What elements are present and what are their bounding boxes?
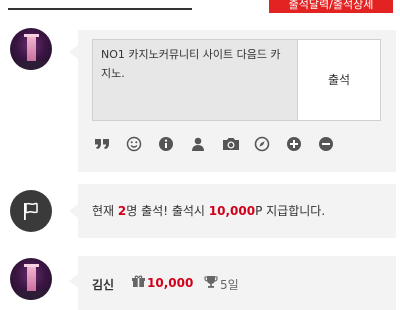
info-icon[interactable] bbox=[158, 136, 190, 154]
gift-icon bbox=[132, 275, 145, 287]
header-divider bbox=[8, 8, 192, 10]
avatar-ground bbox=[10, 61, 52, 70]
entry-points: 10,000 bbox=[147, 276, 194, 290]
bubble-pointer bbox=[69, 45, 78, 59]
notice-suffix: P 지급합니다. bbox=[255, 204, 326, 218]
entry-avatar bbox=[10, 258, 52, 300]
entry-username[interactable]: 김신 bbox=[92, 276, 114, 293]
checkin-message-input[interactable]: NO1 카지노커뮤니티 사이트 다음드 카지노. bbox=[92, 39, 298, 121]
notice-middle: 명 출석! 출석시 bbox=[126, 204, 209, 218]
attendance-notice: 현재 2명 출석! 출석시 10,000P 지급합니다. bbox=[78, 184, 396, 238]
plus-circle-icon[interactable] bbox=[286, 136, 318, 154]
bubble-pointer bbox=[69, 274, 78, 288]
flag-icon bbox=[24, 202, 38, 220]
quote-icon[interactable] bbox=[94, 136, 126, 154]
compass-icon[interactable] bbox=[254, 136, 286, 154]
user-avatar bbox=[10, 28, 52, 70]
entry-days: 5일 bbox=[220, 278, 239, 292]
notice-prefix: 현재 bbox=[92, 204, 118, 218]
attendance-calendar-tab[interactable]: 출석달력/출석상세 bbox=[269, 0, 393, 13]
avatar-tower-image bbox=[24, 34, 39, 62]
attendee-count: 2 bbox=[117, 204, 127, 218]
attendance-entry: 김신 10,000 5일 bbox=[78, 256, 396, 310]
avatar-ground bbox=[10, 291, 52, 300]
reward-points: 10,000 bbox=[208, 204, 256, 218]
smile-icon[interactable] bbox=[126, 136, 158, 154]
notice-avatar bbox=[10, 190, 52, 232]
bubble-pointer bbox=[69, 204, 78, 218]
minus-circle-icon[interactable] bbox=[318, 136, 350, 154]
trophy-icon bbox=[204, 276, 218, 288]
user-icon[interactable] bbox=[190, 136, 222, 154]
emoji-toolbar bbox=[94, 136, 350, 154]
checkin-submit-button[interactable]: 출석 bbox=[297, 39, 381, 121]
checkin-panel: NO1 카지노커뮤니티 사이트 다음드 카지노. 출석 bbox=[78, 30, 396, 172]
avatar-tower-image bbox=[24, 264, 39, 292]
camera-icon[interactable] bbox=[222, 136, 254, 154]
